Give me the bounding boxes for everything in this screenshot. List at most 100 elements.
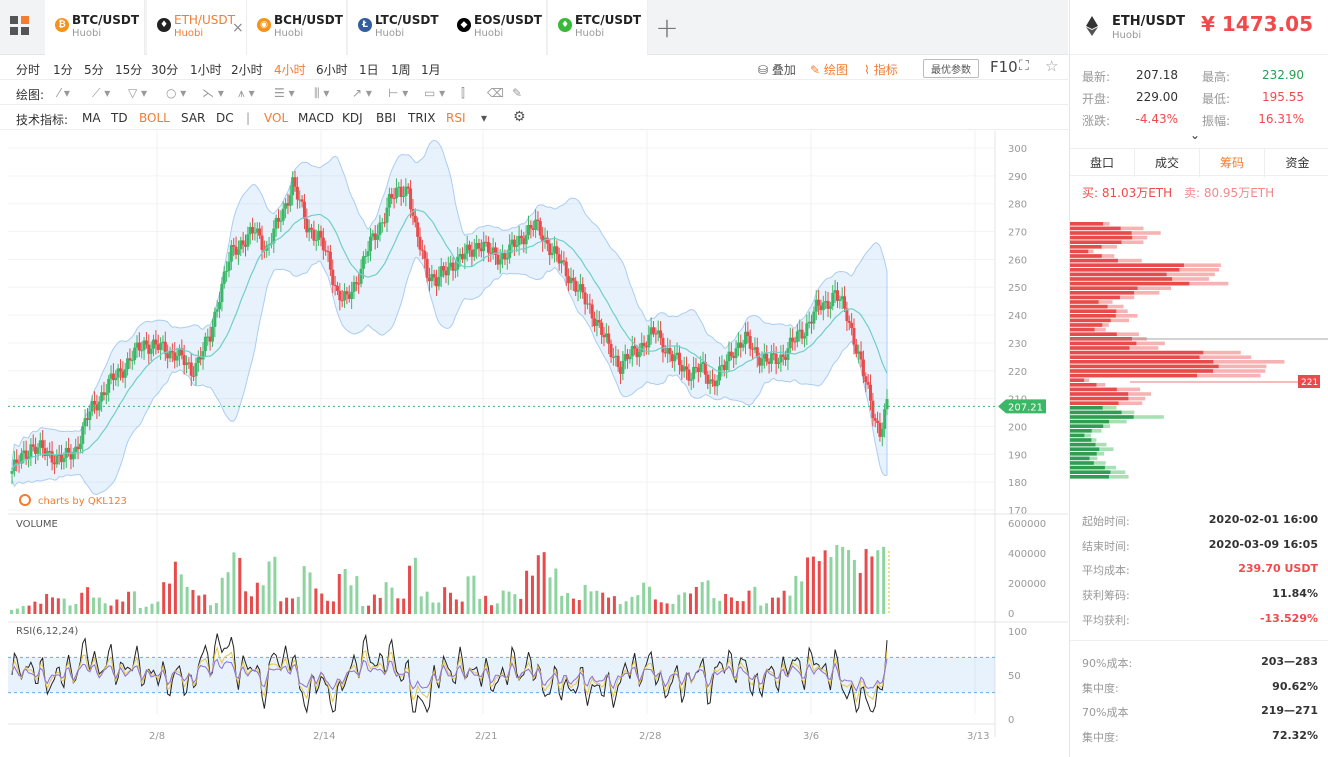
- draw-button[interactable]: ✎ 绘图: [810, 61, 848, 78]
- candle-body: [597, 319, 601, 323]
- candle-body: [442, 266, 446, 271]
- indicator-boll[interactable]: BOLL: [139, 111, 170, 125]
- chip-bar: [1070, 291, 1135, 295]
- gann-tool-icon[interactable]: ⫼ ▾: [314, 86, 329, 101]
- indicator-rsi[interactable]: RSI: [446, 111, 466, 125]
- interval-1[interactable]: 1分: [53, 61, 73, 78]
- tab-symbol: ETH/USDT: [174, 13, 235, 27]
- interval-4[interactable]: 30分: [151, 61, 178, 78]
- indicator-dc[interactable]: DC: [216, 111, 234, 125]
- panel-tab-0[interactable]: 盘口: [1070, 149, 1135, 177]
- volume-bar: [127, 591, 131, 614]
- candle-body: [538, 221, 542, 236]
- volume-bar: [39, 603, 43, 614]
- expand-chevron-icon[interactable]: ⌄: [1190, 128, 1200, 142]
- candle-body: [328, 251, 332, 270]
- interval-7[interactable]: 4小时: [274, 61, 306, 78]
- candle-body: [611, 357, 615, 359]
- volume-bar: [443, 587, 447, 614]
- tab-eos-usdt[interactable]: ◆ EOS/USDT Huobi: [447, 0, 547, 55]
- volume-bar: [378, 597, 382, 614]
- indicator-trix[interactable]: TRIX: [408, 111, 435, 125]
- price-tick-label: 230: [1008, 339, 1027, 350]
- interval-11[interactable]: 1月: [421, 61, 441, 78]
- interval-10[interactable]: 1周: [391, 61, 411, 78]
- volume-tick-label: 200000: [1008, 579, 1046, 590]
- grid-menu-icon[interactable]: [10, 16, 34, 38]
- trash-icon[interactable]: ⌫: [487, 86, 504, 100]
- price-chart[interactable]: 3002902802702602502402302202102001901801…: [0, 131, 1068, 757]
- best-params-button[interactable]: 最优参数: [923, 59, 979, 78]
- candle-body: [281, 208, 285, 221]
- candle-body: [588, 303, 592, 305]
- candle-body: [220, 283, 224, 302]
- indicator-kdj[interactable]: KDJ: [342, 111, 363, 125]
- ray-tool-icon[interactable]: ⟋ ▾: [92, 86, 110, 101]
- candle-body: [170, 351, 174, 353]
- arrow-tool-icon[interactable]: ↗ ▾: [352, 86, 372, 100]
- interval-6[interactable]: 2小时: [231, 61, 263, 78]
- interval-toolbar: 分时 1分 5分 15分 30分 1小时 2小时 4小时 6小时 1日 1周 1月 ⛁ 叠加 ✎ 绘图…: [0, 56, 1068, 80]
- interval-9[interactable]: 1日: [359, 61, 379, 78]
- interval-2[interactable]: 5分: [84, 61, 104, 78]
- line-tool-icon[interactable]: ⁄ ▾: [58, 86, 70, 100]
- volume-bar: [817, 561, 821, 614]
- indicator-toolbar: 技术指标: MA TD BOLL SAR DC | VOL MACD KDJ BBI TRIX RSI…: [0, 106, 1068, 130]
- indicator-more-icon[interactable]: ▾: [481, 111, 487, 125]
- chart-type-icon[interactable]: ⫿: [461, 86, 465, 101]
- interval-8[interactable]: 6小时: [316, 61, 348, 78]
- tab-btc-usdt[interactable]: ₿ BTC/USDT Huobi: [45, 0, 145, 55]
- panel-tab-2[interactable]: 筹码: [1200, 149, 1265, 177]
- volume-bar: [162, 582, 166, 614]
- add-tab-button[interactable]: +: [648, 8, 686, 48]
- volume-bar: [285, 597, 289, 614]
- pattern-tool-icon[interactable]: ⋋ ▾: [202, 86, 224, 100]
- panel-tab-1[interactable]: 成交: [1135, 149, 1200, 177]
- candle-body: [524, 235, 528, 245]
- indicator-sar[interactable]: SAR: [181, 111, 205, 125]
- candle-body: [529, 225, 533, 229]
- panel-tab-3[interactable]: 资金: [1265, 149, 1328, 177]
- star-icon[interactable]: ☆: [1045, 57, 1058, 75]
- volume-tick-label: 400000: [1008, 549, 1046, 560]
- price-tick-label: 300: [1008, 144, 1027, 155]
- wave-tool-icon[interactable]: ⩚ ▾: [238, 86, 255, 101]
- settings-gear-icon[interactable]: ⚙: [513, 109, 526, 125]
- candle-body: [871, 400, 875, 419]
- chip-bar: [1070, 295, 1120, 300]
- close-tab-icon[interactable]: ×: [232, 20, 244, 36]
- candle-body: [335, 285, 339, 291]
- candle-body: [295, 186, 299, 200]
- volume-bar: [712, 598, 716, 614]
- brush-icon[interactable]: ✎: [512, 86, 522, 100]
- indicator-macd[interactable]: MACD: [298, 111, 334, 125]
- interval-0[interactable]: 分时: [16, 61, 40, 78]
- indicator-td[interactable]: TD: [111, 111, 128, 125]
- candle-body: [364, 255, 368, 257]
- indicator-button[interactable]: ⌇ 指标: [864, 61, 898, 78]
- f10-button[interactable]: F10: [990, 58, 1018, 76]
- panel-exchange: Huobi: [1112, 30, 1142, 41]
- fib-tool-icon[interactable]: ☰ ▾: [274, 86, 295, 100]
- volume-bar: [109, 605, 113, 614]
- note-tool-icon[interactable]: ▭ ▾: [424, 86, 445, 100]
- tab-bch-usdt[interactable]: ◉ BCH/USDT Huobi: [247, 0, 347, 55]
- channel-tool-icon[interactable]: ▽ ▾: [128, 86, 147, 100]
- measure-tool-icon[interactable]: ⊢ ▾: [388, 86, 408, 100]
- candle-body: [637, 351, 641, 358]
- tab-etc-usdt[interactable]: ♦ ETC/USDT Huobi: [548, 0, 648, 55]
- circle-tool-icon[interactable]: ○ ▾: [166, 86, 186, 100]
- tab-ltc-usdt[interactable]: Ł LTC/USDT Huobi: [348, 0, 448, 55]
- fullscreen-icon[interactable]: ⛶: [1019, 58, 1029, 74]
- interval-5[interactable]: 1小时: [190, 61, 222, 78]
- chip-bar: [1070, 438, 1092, 442]
- indicator-bbi[interactable]: BBI: [376, 111, 396, 125]
- volume-bar: [214, 603, 218, 614]
- indicator-ma[interactable]: MA: [82, 111, 101, 125]
- interval-3[interactable]: 15分: [115, 61, 142, 78]
- indicator-vol[interactable]: VOL: [264, 111, 288, 125]
- tab-eth-usdt[interactable]: ♦ ETH/USDT Huobi ×: [147, 0, 247, 55]
- overlay-button[interactable]: ⛁ 叠加: [758, 61, 796, 78]
- candle-body: [194, 363, 198, 377]
- volume-bar: [466, 576, 470, 614]
